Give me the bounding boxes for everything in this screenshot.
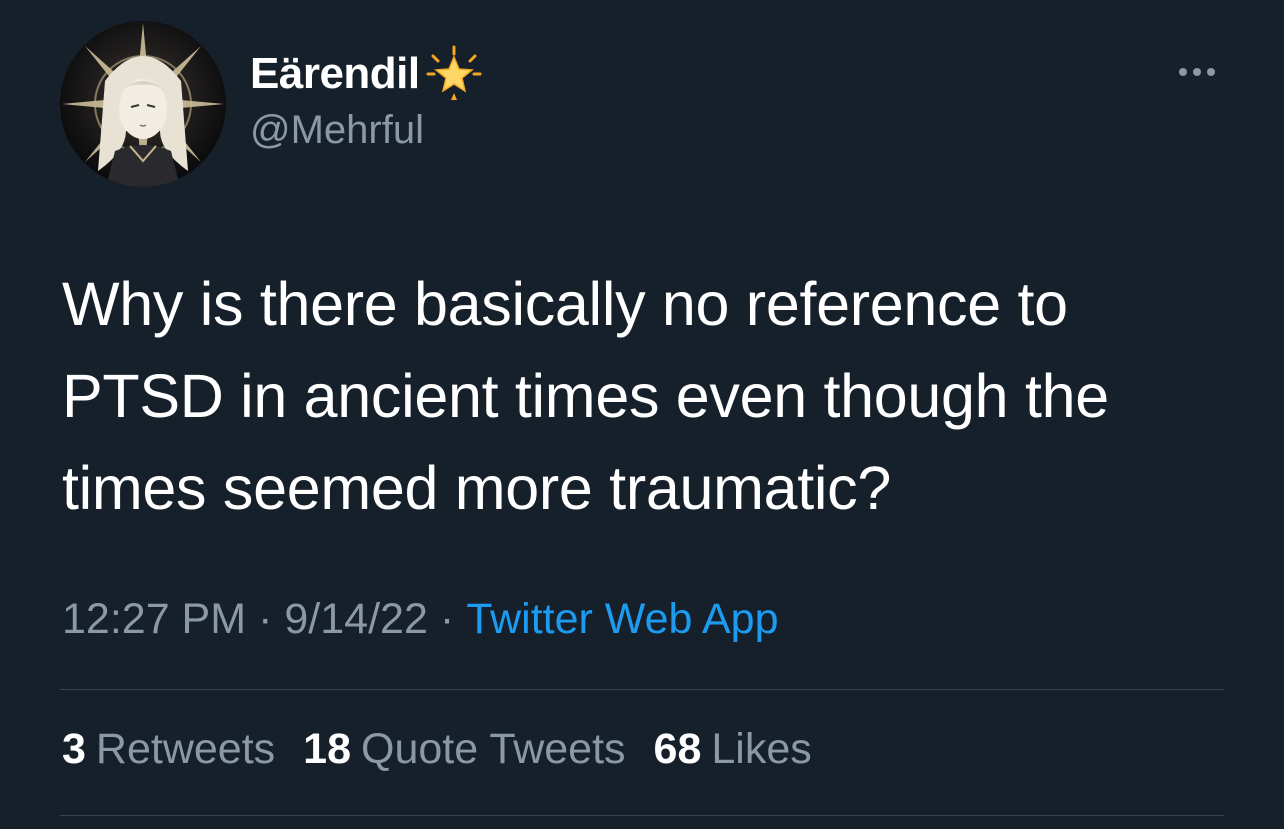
likes-label: Likes (711, 725, 812, 773)
tweet-text-line: PTSD in ancient times even though the (62, 362, 1109, 430)
likes-stat[interactable]: 68 Likes (653, 725, 812, 773)
tweet-date[interactable]: 9/14/22 (284, 595, 427, 643)
meta-separator: · (439, 595, 455, 643)
likes-count: 68 (653, 725, 702, 773)
display-name[interactable]: Eärendil (250, 52, 420, 96)
more-dot (1207, 68, 1215, 76)
tweet-time[interactable]: 12:27 PM (62, 595, 246, 643)
retweets-label: Retweets (95, 725, 276, 773)
more-options-icon[interactable] (1170, 58, 1224, 86)
avatar[interactable] (60, 21, 226, 187)
quote-tweets-count: 18 (303, 725, 352, 773)
tweet-card: Eärendil @Mehrful Why is there basically… (0, 0, 1284, 829)
glowing-star-icon (426, 45, 482, 100)
user-handle[interactable]: @Mehrful (250, 108, 424, 152)
retweets-count: 3 (62, 725, 86, 773)
quote-tweets-label: Quote Tweets (361, 725, 626, 773)
source-link[interactable]: Twitter Web App (466, 595, 778, 643)
more-dot (1179, 68, 1187, 76)
tweet-stats: 3 Retweets 18 Quote Tweets 68 Likes (62, 725, 840, 773)
retweets-stat[interactable]: 3 Retweets (62, 725, 276, 773)
display-name-row: Eärendil (250, 44, 484, 104)
tweet-text-line: times seemed more traumatic? (62, 454, 891, 522)
divider (60, 689, 1224, 690)
divider (60, 815, 1224, 816)
meta-separator: · (258, 595, 273, 643)
tweet-text-line: Why is there basically no reference to (62, 270, 1068, 338)
tweet-meta: 12:27 PM · 9/14/22 · Twitter Web App (62, 595, 778, 643)
tweet-text: Why is there basically no reference to P… (62, 258, 1242, 534)
more-dot (1193, 68, 1201, 76)
illustrated-avatar-icon (60, 21, 226, 187)
quote-tweets-stat[interactable]: 18 Quote Tweets (303, 725, 626, 773)
